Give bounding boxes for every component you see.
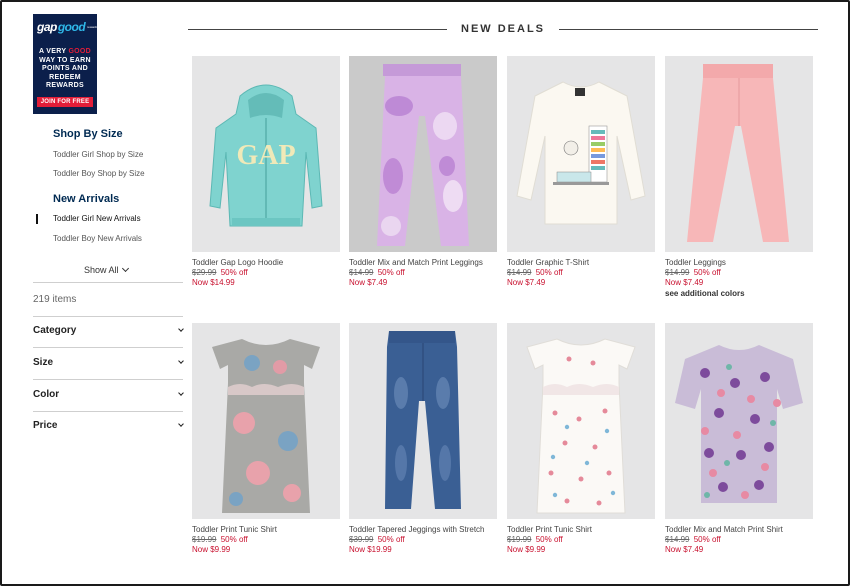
sale-price: Now $7.49	[665, 278, 704, 287]
product-name[interactable]: Toddler Tapered Jeggings with Stretch	[349, 525, 497, 534]
discount: 50% off	[377, 268, 405, 277]
product-card[interactable]: Toddler Mix and Match Print Leggings $14…	[349, 56, 497, 287]
discount: 50% off	[377, 535, 405, 544]
sale-price: Now $19.99	[349, 545, 392, 554]
sale-price: Now $7.49	[507, 278, 546, 287]
rewards-promo-banner[interactable]: gap good rewards A VERY GOOD WAY TO EARN P…	[33, 14, 98, 114]
product-card[interactable]: Toddler Tapered Jeggings with Stretch $3…	[349, 323, 497, 554]
product-card[interactable]: Toddler Print Tunic Shirt $19.99 50% off…	[192, 323, 340, 554]
chevron-down-icon	[178, 390, 184, 396]
product-card[interactable]: Toddler Print Tunic Shirt $19.99 50% off…	[507, 323, 655, 554]
product-price: $19.99 50% off	[507, 535, 655, 544]
filter-label: Size	[33, 357, 54, 368]
original-price: $14.99	[665, 535, 690, 544]
divider	[33, 347, 183, 348]
shop-by-size-heading: Shop By Size	[53, 128, 123, 140]
header-rule	[188, 28, 447, 30]
promo-text: A VERY GOOD WAY TO EARN POINTS AND REDEE…	[38, 48, 92, 89]
filter-price[interactable]: Price	[33, 420, 184, 431]
sale-price: Now $7.49	[349, 278, 388, 287]
product-image[interactable]	[507, 56, 655, 252]
product-card[interactable]: Toddler Mix and Match Print Shirt $14.99…	[665, 323, 813, 554]
chevron-down-icon	[178, 358, 184, 364]
product-price: $29.99 50% off	[192, 268, 340, 277]
sale-price: Now $14.99	[192, 278, 235, 287]
see-additional-colors-link[interactable]: see additional colors	[665, 289, 813, 298]
original-price: $39.99	[349, 535, 374, 544]
original-price: $14.99	[665, 268, 690, 277]
original-price: $19.99	[507, 535, 532, 544]
join-for-free-button[interactable]: JOIN FOR FREE	[36, 96, 94, 107]
sidebar-link-toddler-girl-size[interactable]: Toddler Girl Shop by Size	[53, 150, 143, 159]
page-title: NEW DEALS	[461, 23, 545, 35]
discount: 50% off	[693, 268, 721, 277]
divider	[33, 379, 183, 380]
original-price: $29.99	[192, 268, 217, 277]
product-name[interactable]: Toddler Leggings	[665, 258, 813, 267]
original-price: $19.99	[192, 535, 217, 544]
product-price: $14.99 50% off	[665, 268, 813, 277]
product-price: $14.99 50% off	[665, 535, 813, 544]
section-header: NEW DEALS	[188, 22, 818, 36]
filter-category[interactable]: Category	[33, 325, 184, 336]
product-image[interactable]	[349, 323, 497, 519]
filter-label: Category	[33, 325, 77, 336]
show-all-button[interactable]: Show All	[84, 264, 129, 275]
svg-text:GAP: GAP	[236, 140, 295, 171]
show-all-label: Show All	[84, 265, 119, 275]
sale-price: Now $9.99	[192, 545, 231, 554]
sale-price: Now $7.49	[665, 545, 704, 554]
active-indicator	[36, 214, 38, 224]
product-name[interactable]: Toddler Print Tunic Shirt	[192, 525, 340, 534]
product-name[interactable]: Toddler Mix and Match Print Leggings	[349, 258, 497, 267]
product-image[interactable]	[665, 323, 813, 519]
discount: 50% off	[535, 268, 563, 277]
product-price: $14.99 50% off	[507, 268, 655, 277]
divider	[33, 411, 183, 412]
divider	[33, 316, 183, 317]
discount: 50% off	[535, 535, 563, 544]
filter-label: Price	[33, 420, 58, 431]
sidebar-link-toddler-girl-new[interactable]: Toddler Girl New Arrivals	[53, 214, 141, 223]
sidebar-link-toddler-boy-size[interactable]: Toddler Boy Shop by Size	[53, 169, 145, 178]
product-name[interactable]: Toddler Print Tunic Shirt	[507, 525, 655, 534]
product-name[interactable]: Toddler Graphic T-Shirt	[507, 258, 655, 267]
product-card[interactable]: GAP Toddler Gap Logo Hoodie $29.99 50% o…	[192, 56, 340, 287]
product-image[interactable]	[507, 323, 655, 519]
filter-label: Color	[33, 389, 60, 400]
original-price: $14.99	[349, 268, 374, 277]
sidebar: gap good rewards A VERY GOOD WAY TO EARN P…	[33, 14, 184, 431]
discount: 50% off	[220, 268, 248, 277]
items-count: 219 items	[33, 294, 77, 305]
discount: 50% off	[693, 535, 721, 544]
filter-size[interactable]: Size	[33, 357, 184, 368]
new-arrivals-heading: New Arrivals	[53, 193, 120, 205]
product-image[interactable]	[665, 56, 813, 252]
filter-color[interactable]: Color	[33, 389, 184, 400]
chevron-down-icon	[178, 326, 184, 332]
original-price: $14.99	[507, 268, 532, 277]
discount: 50% off	[220, 535, 248, 544]
product-card[interactable]: Toddler Leggings $14.99 50% off Now $7.4…	[665, 56, 813, 298]
product-image[interactable]: GAP	[192, 56, 340, 252]
gapgood-logo: gap good rewards	[37, 20, 98, 34]
product-card[interactable]: Toddler Graphic T-Shirt $14.99 50% off N…	[507, 56, 655, 287]
product-price: $19.99 50% off	[192, 535, 340, 544]
product-name[interactable]: Toddler Gap Logo Hoodie	[192, 258, 340, 267]
product-image[interactable]	[192, 323, 340, 519]
product-price: $14.99 50% off	[349, 268, 497, 277]
divider	[33, 282, 183, 283]
chevron-down-icon	[178, 421, 184, 427]
product-price: $39.99 50% off	[349, 535, 497, 544]
product-name[interactable]: Toddler Mix and Match Print Shirt	[665, 525, 813, 534]
product-image[interactable]	[349, 56, 497, 252]
chevron-down-icon	[121, 264, 129, 273]
sidebar-link-toddler-boy-new[interactable]: Toddler Boy New Arrivals	[53, 234, 142, 243]
header-rule	[559, 28, 818, 30]
sale-price: Now $9.99	[507, 545, 546, 554]
